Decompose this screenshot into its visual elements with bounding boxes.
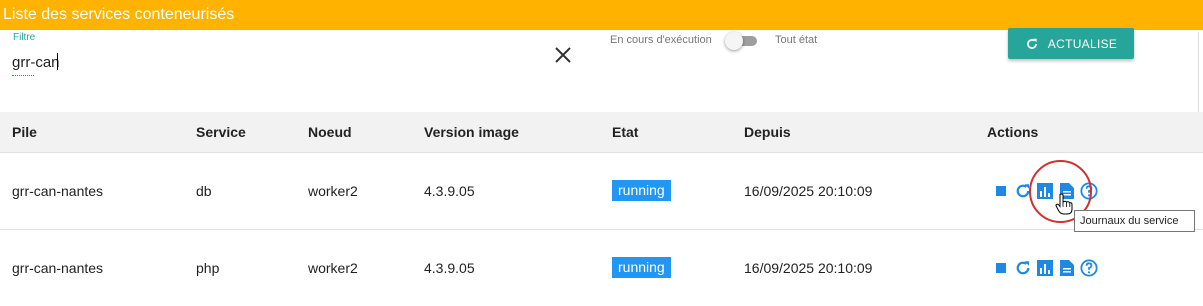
switch-label-all: Tout état <box>775 34 818 46</box>
status-badge: running <box>612 180 671 201</box>
spellcheck-underline <box>12 72 34 76</box>
logs-tooltip: Journaux du service <box>1074 210 1195 232</box>
restart-button[interactable] <box>1014 182 1032 200</box>
refresh-button[interactable]: ACTUALISE <box>1008 28 1134 59</box>
restart-icon <box>1016 183 1030 197</box>
logs-icon <box>1060 259 1074 276</box>
cell-depuis: 16/09/2025 20:10:09 <box>744 182 873 199</box>
filter-label: Filtre <box>13 32 36 43</box>
cell-etat: running <box>612 229 744 306</box>
table-row: grr-can-nantes db worker2 4.3.9.05 runni… <box>0 152 1203 229</box>
filter-input[interactable] <box>12 52 532 72</box>
cell-depuis: 16/09/2025 20:10:09 <box>744 259 873 276</box>
stats-icon <box>1037 259 1053 276</box>
restart-button[interactable] <box>1014 259 1032 277</box>
status-toggle-knob[interactable] <box>725 32 743 50</box>
clear-filter-button[interactable] <box>551 43 575 67</box>
table-row: grr-can-nantes php worker2 4.3.9.05 runn… <box>0 229 1203 306</box>
help-button[interactable] <box>1080 181 1098 200</box>
stop-icon <box>996 185 1006 196</box>
page-banner: Liste des services conteneurisés <box>0 0 1203 30</box>
stop-button[interactable] <box>992 259 1010 277</box>
text-caret <box>57 53 58 70</box>
services-table: Pile Service Noeud Version image Etat De… <box>0 112 1203 306</box>
logs-button[interactable] <box>1058 259 1076 277</box>
cell-noeud: worker2 <box>308 182 358 199</box>
header-depuis[interactable]: Depuis <box>744 112 987 152</box>
stats-icon <box>1037 182 1053 199</box>
hand-cursor-icon <box>1055 193 1073 215</box>
header-pile[interactable]: Pile <box>0 112 196 152</box>
help-icon <box>1080 259 1098 277</box>
cell-etat: running <box>612 152 744 229</box>
switch-label-running: En cours d'exécution <box>610 34 712 46</box>
refresh-icon <box>1026 38 1037 49</box>
cell-version: 4.3.9.05 <box>424 259 475 276</box>
stats-button[interactable] <box>1036 259 1054 277</box>
status-badge: running <box>612 257 671 279</box>
header-version[interactable]: Version image <box>424 112 612 152</box>
help-button[interactable] <box>1080 259 1098 277</box>
cell-noeud: worker2 <box>308 259 358 276</box>
cell-actions <box>987 229 1203 306</box>
close-icon <box>555 47 571 63</box>
cell-pile: grr-can-nantes <box>12 259 104 276</box>
cell-service: php <box>196 259 220 276</box>
stats-button[interactable] <box>1036 182 1054 200</box>
cell-version: 4.3.9.05 <box>424 182 475 199</box>
stop-button[interactable] <box>992 182 1010 200</box>
header-etat[interactable]: Etat <box>612 112 744 152</box>
header-actions: Actions <box>987 123 1039 140</box>
table-header-row: Pile Service Noeud Version image Etat De… <box>0 112 1203 152</box>
help-icon <box>1080 181 1098 200</box>
page-title: Liste des services conteneurisés <box>3 6 235 23</box>
cell-service: db <box>196 182 212 199</box>
restart-icon <box>1016 261 1030 275</box>
panel-edge <box>1198 32 1199 112</box>
refresh-button-label: ACTUALISE <box>1047 36 1118 51</box>
cell-pile: grr-can-nantes <box>12 182 104 199</box>
stop-icon <box>996 262 1006 273</box>
header-service[interactable]: Service <box>196 112 308 152</box>
header-noeud[interactable]: Noeud <box>308 112 424 152</box>
